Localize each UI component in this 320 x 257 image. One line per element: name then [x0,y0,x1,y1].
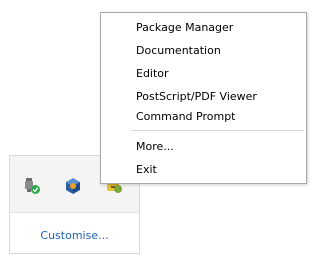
customise-link[interactable]: Customise... [10,229,139,242]
virtualbox-icon[interactable] [64,177,82,195]
menu-item-editor[interactable]: Editor [136,67,169,80]
menu-item-exit[interactable]: Exit [136,163,157,176]
menu-item-documentation[interactable]: Documentation [136,44,221,57]
menu-item-command-prompt[interactable]: Command Prompt [136,110,236,123]
menu-item-package-manager[interactable]: Package Manager [136,21,233,34]
safely-remove-hardware-icon[interactable] [23,177,41,195]
tray-context-menu: Package Manager Documentation Editor Pos… [100,12,307,184]
menu-item-postscript-pdf-viewer[interactable]: PostScript/PDF Viewer [136,90,257,103]
menu-separator [131,130,304,131]
menu-item-more[interactable]: More... [136,140,174,153]
tray-divider [10,212,139,213]
